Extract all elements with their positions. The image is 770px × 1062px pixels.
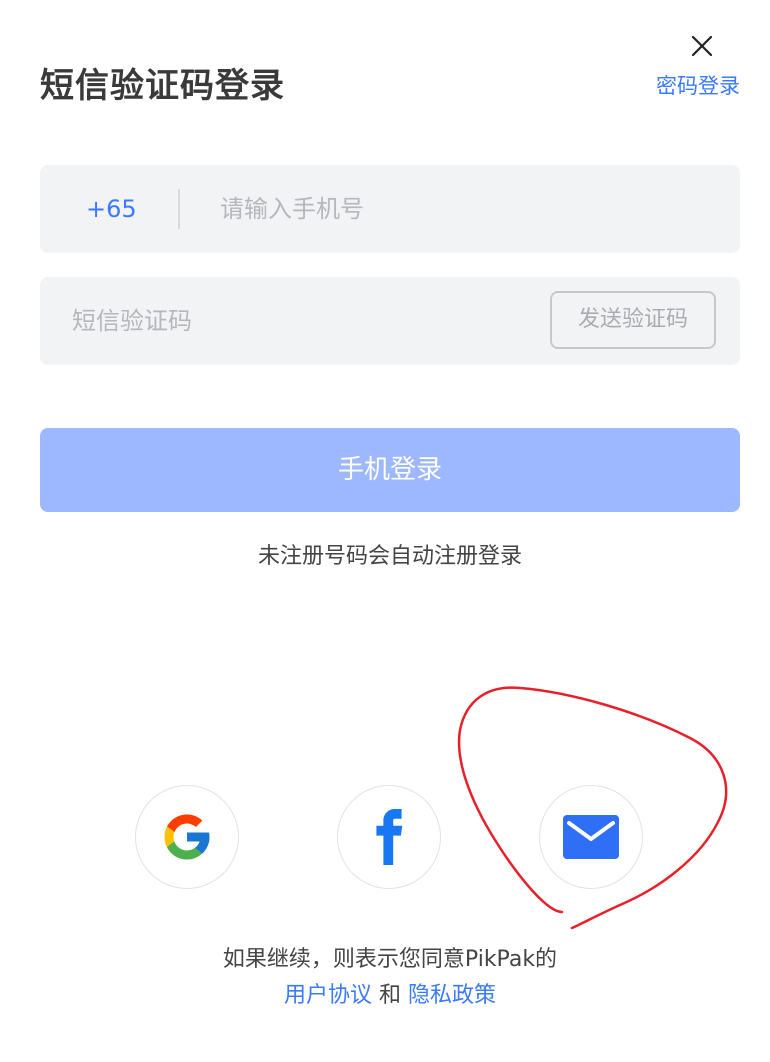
auto-register-hint: 未注册号码会自动注册登录	[257, 544, 522, 569]
sms-code-input[interactable]	[72, 277, 532, 365]
close-button[interactable]	[684, 28, 720, 64]
google-icon	[164, 814, 210, 860]
agreement-text: 如果继续，则表示您同意PikPak的 用户协议 和 隐私政策	[0, 942, 770, 1014]
code-field: 发送验证码	[40, 277, 740, 365]
mail-icon	[563, 815, 619, 859]
phone-login-button[interactable]: 手机登录	[40, 428, 740, 512]
page-title: 短信验证码登录	[40, 66, 285, 106]
facebook-icon	[376, 809, 403, 865]
agreement-conjunction: 和	[379, 983, 408, 1008]
phone-field: +65	[40, 165, 740, 253]
agreement-statement: 如果继续，则表示您同意PikPak的	[222, 947, 558, 972]
send-code-button[interactable]: 发送验证码	[550, 291, 716, 349]
red-circle-annotation	[457, 686, 728, 930]
terms-link[interactable]: 用户协议	[284, 983, 372, 1008]
email-login-button[interactable]	[539, 785, 643, 889]
agreement-links: 用户协议 和 隐私政策	[0, 978, 770, 1014]
phone-input[interactable]	[220, 165, 700, 253]
google-login-button[interactable]	[135, 785, 239, 889]
close-icon	[691, 35, 713, 57]
facebook-login-button[interactable]	[337, 785, 441, 889]
password-login-link[interactable]: 密码登录	[656, 70, 740, 102]
country-code-selector[interactable]: +65	[86, 165, 137, 253]
divider	[178, 189, 180, 229]
privacy-link[interactable]: 隐私政策	[408, 983, 496, 1008]
